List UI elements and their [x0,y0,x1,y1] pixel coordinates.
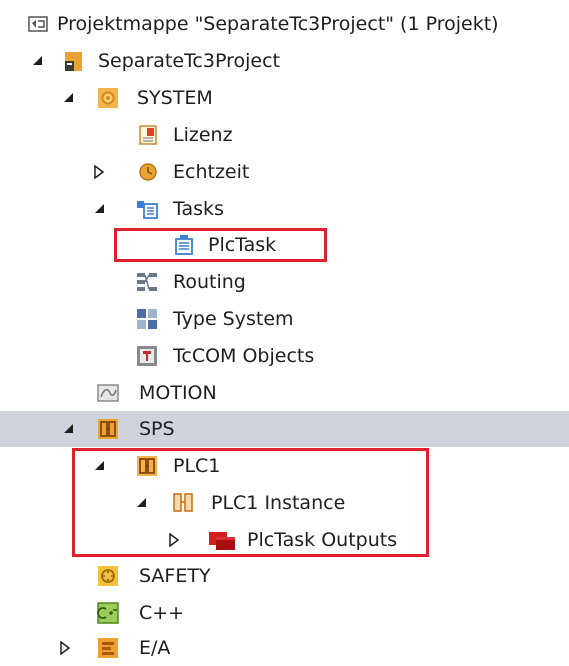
tree-item-label: SAFETY [139,565,211,587]
tree-item-cpp[interactable]: C++ [0,595,569,631]
tree-item-label: SeparateTc3Project [98,50,280,72]
type-system-icon [137,309,157,329]
tree-item-label: Projektmappe "SeparateTc3Project" (1 Pro… [57,13,499,35]
highlight-frame-plctask [114,228,327,262]
highlight-frame-plc1 [72,448,429,557]
tree-item-label: MOTION [139,382,217,404]
tree-item-system[interactable]: SYSTEM [0,80,569,116]
tree-item-label: E/A [139,637,171,659]
safety-icon [98,566,118,586]
tree-item-label: SYSTEM [137,87,213,109]
tree-item-tccom-objects[interactable]: TcCOM Objects [0,338,569,374]
expanded-arrow-icon[interactable] [62,422,76,436]
tree-item-safety[interactable]: SAFETY [0,558,569,594]
expanded-arrow-icon[interactable] [93,202,107,216]
project-icon [65,52,82,71]
io-icon [98,638,118,658]
collapsed-arrow-icon[interactable] [92,165,106,179]
plc-icon [98,419,118,439]
system-gear-icon [98,88,118,108]
collapsed-arrow-icon[interactable] [58,641,72,655]
routing-icon [137,273,157,291]
tree-item-label: Echtzeit [173,161,250,183]
tccom-icon [137,346,157,366]
tree-item-label: TcCOM Objects [173,345,315,367]
tasks-icon [137,201,158,219]
expanded-arrow-icon[interactable] [62,91,76,105]
cpp-icon [97,602,119,624]
tree-item-echtzeit[interactable]: Echtzeit [0,154,569,190]
tree-item-label: C++ [139,602,185,624]
tree-item-label: Tasks [173,198,224,220]
motion-icon [97,384,119,402]
tree-item-routing[interactable]: Routing [0,264,569,300]
tree-item-tasks[interactable]: Tasks [0,191,569,227]
tree-item-solution[interactable]: Projektmappe "SeparateTc3Project" (1 Pro… [0,6,569,42]
tree-item-label: Type System [173,308,294,330]
tree-item-project[interactable]: SeparateTc3Project [0,43,569,79]
solution-icon [28,16,48,32]
tree-item-lizenz[interactable]: Lizenz [0,117,569,153]
tree-item-label: Routing [173,271,246,293]
tree-item-label: SPS [139,418,175,440]
tree-item-type-system[interactable]: Type System [0,301,569,337]
tree-item-motion[interactable]: MOTION [0,375,569,411]
tree-item-label: Lizenz [173,124,233,146]
realtime-icon [139,163,157,181]
expanded-arrow-icon[interactable] [31,54,45,68]
tree-item-sps[interactable]: SPS [0,411,569,447]
tree-item-ea[interactable]: E/A [0,630,569,666]
license-icon [139,125,157,145]
